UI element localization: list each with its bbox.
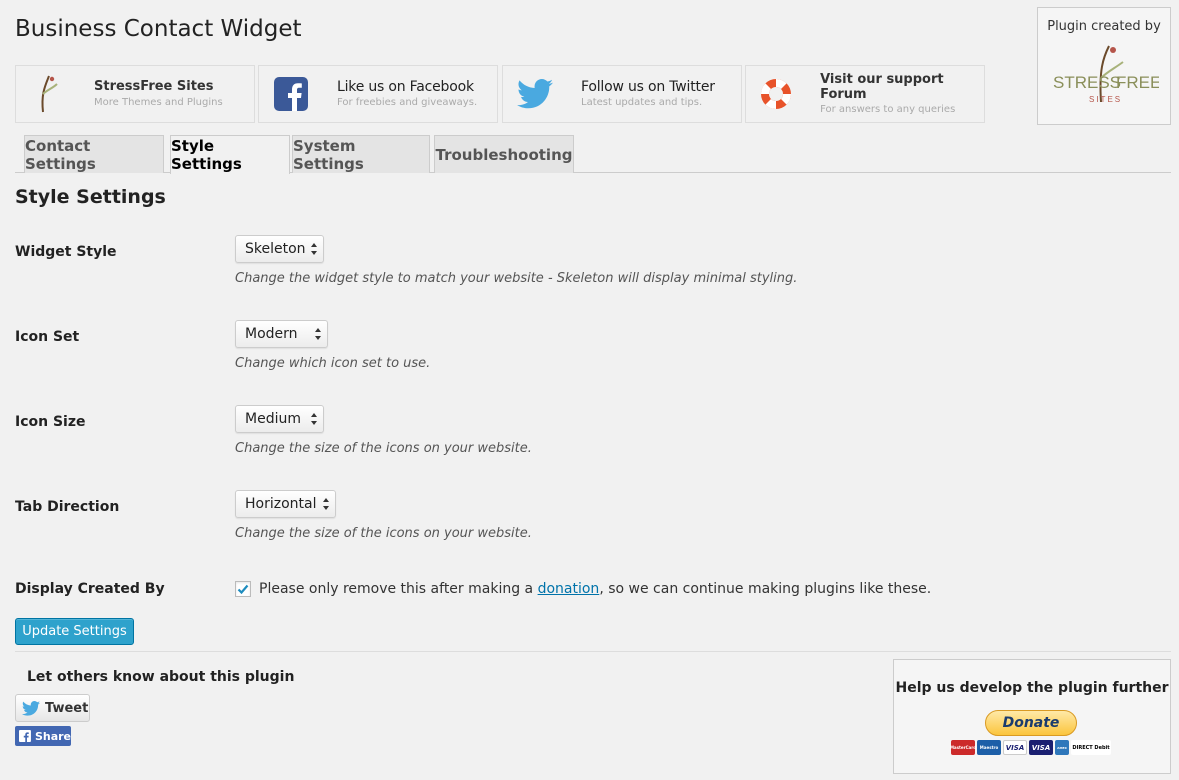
tweet-button[interactable]: Tweet (15, 694, 90, 722)
promo-facebook[interactable]: Like us on Facebook For freebies and giv… (258, 65, 498, 123)
facebook-icon (259, 66, 323, 122)
stressfree-logo[interactable]: STRESS FREE SITES (1038, 42, 1170, 112)
tab-contact-settings[interactable]: Contact Settings (24, 135, 164, 173)
widget-style-description: Change the widget style to match your we… (235, 271, 798, 286)
payment-cards: MasterCard Maestro VISA VISA AMEX DIRECT… (950, 740, 1111, 755)
twitter-bird-icon (503, 66, 567, 122)
select-value: Skeleton (245, 241, 306, 257)
amex-icon: AMEX (1055, 740, 1069, 755)
promo-subtitle: More Themes and Plugins (94, 96, 223, 108)
checkmark-icon (237, 584, 249, 595)
direct-debit-icon: DIRECT Debit (1071, 740, 1111, 755)
icon-size-label: Icon Size (15, 414, 86, 430)
donate-caption: Help us develop the plugin further (895, 680, 1169, 696)
select-arrows-icon (311, 413, 317, 425)
icon-set-label: Icon Set (15, 329, 80, 345)
promo-support[interactable]: Visit our support Forum For answers to a… (745, 65, 985, 123)
promo-title: StressFree Sites (94, 79, 214, 95)
select-arrows-icon (315, 328, 321, 340)
svg-text:STRESS: STRESS (1053, 73, 1121, 92)
settings-tabs: Contact Settings Style Settings System S… (15, 135, 1171, 174)
promo-title: Visit our support Forum (820, 72, 944, 102)
select-arrows-icon (311, 243, 317, 255)
credit-caption: Plugin created by (1047, 19, 1161, 34)
widget-style-select[interactable]: Skeleton (235, 235, 324, 263)
share-heading: Let others know about this plugin (27, 669, 295, 685)
tab-system-settings[interactable]: System Settings (292, 135, 430, 173)
promo-stressfree[interactable]: StressFree Sites More Themes and Plugins (15, 65, 255, 123)
icon-set-select[interactable]: Modern (235, 320, 328, 348)
promo-title: Like us on Facebook (337, 78, 474, 95)
display-created-by-label: Display Created By (15, 581, 165, 597)
promo-subtitle: For answers to any queries (820, 103, 956, 115)
facebook-icon (19, 730, 31, 742)
icon-size-description: Change the size of the icons on your web… (235, 441, 532, 456)
tab-direction-description: Change the size of the icons on your web… (235, 526, 532, 541)
stressfree-figure-icon (16, 66, 80, 122)
tab-direction-select[interactable]: Horizontal (235, 490, 336, 518)
icon-size-select[interactable]: Medium (235, 405, 324, 433)
lifebuoy-icon (746, 66, 806, 122)
select-arrows-icon (323, 498, 329, 510)
tab-direction-label: Tab Direction (15, 499, 120, 515)
icon-set-description: Change which icon set to use. (235, 356, 431, 371)
svg-text:FREE: FREE (1116, 73, 1159, 92)
promo-subtitle: For freebies and giveaways. (337, 97, 478, 109)
promo-twitter[interactable]: Follow us on Twitter Latest updates and … (502, 65, 742, 123)
share-label: Share (34, 729, 71, 743)
tweet-label: Tweet (45, 700, 89, 716)
facebook-share-button[interactable]: Share (15, 726, 71, 746)
donate-box: Help us develop the plugin further Donat… (893, 659, 1171, 774)
promo-title: Follow us on Twitter (581, 78, 715, 95)
paypal-donate-button[interactable]: Donate (985, 710, 1077, 736)
section-heading: Style Settings (15, 186, 166, 208)
visa-icon: VISA (1003, 740, 1027, 755)
update-settings-button[interactable]: Update Settings (15, 618, 134, 645)
mastercard-icon: MasterCard (950, 740, 976, 755)
donation-link[interactable]: donation (538, 581, 600, 597)
widget-style-label: Widget Style (15, 244, 117, 260)
svg-text:SITES: SITES (1089, 95, 1122, 104)
select-value: Modern (245, 326, 298, 342)
page-title: Business Contact Widget (15, 16, 302, 42)
maestro-icon: Maestro (977, 740, 1001, 755)
tab-troubleshooting[interactable]: Troubleshooting (434, 135, 574, 173)
promo-subtitle: Latest updates and tips. (581, 97, 703, 109)
tab-style-settings[interactable]: Style Settings (170, 135, 290, 174)
divider (15, 651, 1171, 652)
twitter-bird-icon (22, 700, 40, 716)
select-value: Medium (245, 411, 301, 427)
select-value: Horizontal (245, 496, 317, 512)
display-created-by-checkbox[interactable] (235, 581, 251, 597)
visa-electron-icon: VISA (1029, 740, 1053, 755)
plugin-credit-box: Plugin created by STRESS FREE SITES (1037, 7, 1171, 125)
display-created-by-text: Please only remove this after making a d… (259, 581, 932, 597)
